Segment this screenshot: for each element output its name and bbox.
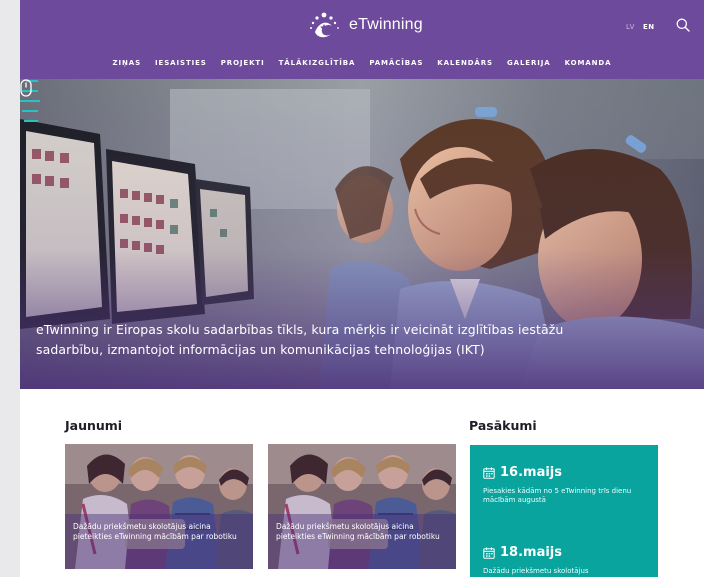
nav-item-talakizglitiba[interactable]: TĀLĀKIZGLĪTĪBA [272,59,363,67]
etwinning-logo-icon [310,12,339,38]
news-card-caption: Dažādu priekšmetu skolotājus aicina piet… [73,522,237,541]
page: eTwinning LV EN ZIŅAS IESAISTIES PROJEKT… [20,0,704,577]
calendar-icon [483,467,495,479]
news-card-image [65,444,253,569]
nav-item-galerija[interactable]: GALERIJA [500,59,558,67]
lang-en-link[interactable]: EN [643,23,655,31]
event-description: Dažādu priekšmetu skolotājus [483,567,589,575]
calendar-icon [483,547,495,559]
event-description: Piesakies kādām no 5 eTwinning trīs dien… [483,487,632,504]
nav-item-kalendars[interactable]: KALENDĀRS [430,59,500,67]
nav-item-iesaisties[interactable]: IESAISTIES [148,59,214,67]
hero-banner: eTwinning ir Eiropas skolu sadarbības tī… [20,79,704,389]
search-icon[interactable] [675,17,691,33]
scroll-mouse-icon[interactable] [20,79,32,97]
nav-item-pamacibas[interactable]: PAMĀCĪBAS [362,59,430,67]
nav-item-projekti[interactable]: PROJEKTI [214,59,272,67]
event-item[interactable]: 16.maijs Piesakies kādām no 5 eTwinning … [483,465,633,505]
hero-tagline: eTwinning ir Eiropas skolu sadarbības tī… [36,322,564,357]
news-section-title: Jaunumi [65,418,123,433]
nav-item-zinas[interactable]: ZIŅAS [106,59,149,67]
news-card-caption: Dažādu priekšmetu skolotājus aicina piet… [276,522,440,541]
news-card[interactable]: Dažādu priekšmetu skolotājus aicina piet… [65,444,253,569]
site-header: eTwinning LV EN ZIŅAS IESAISTIES PROJEKT… [20,0,704,79]
nav-item-komanda[interactable]: KOMANDA [558,59,619,67]
events-section-title: Pasākumi [469,418,537,433]
news-card-image [268,444,456,569]
event-item[interactable]: 18.maijs Dažādu priekšmetu skolotājus [483,545,633,576]
lang-lv-link[interactable]: LV [626,23,635,31]
logo-text: eTwinning [349,16,423,33]
events-panel: 16.maijs Piesakies kādām no 5 eTwinning … [470,445,658,577]
event-date: 16.maijs [500,465,562,480]
event-date: 18.maijs [500,545,562,560]
site-logo[interactable]: eTwinning [305,10,423,40]
news-card[interactable]: Dažādu priekšmetu skolotājus aicina piet… [268,444,456,569]
main-nav: ZIŅAS IESAISTIES PROJEKTI TĀLĀKIZGLĪTĪBA… [20,59,704,67]
